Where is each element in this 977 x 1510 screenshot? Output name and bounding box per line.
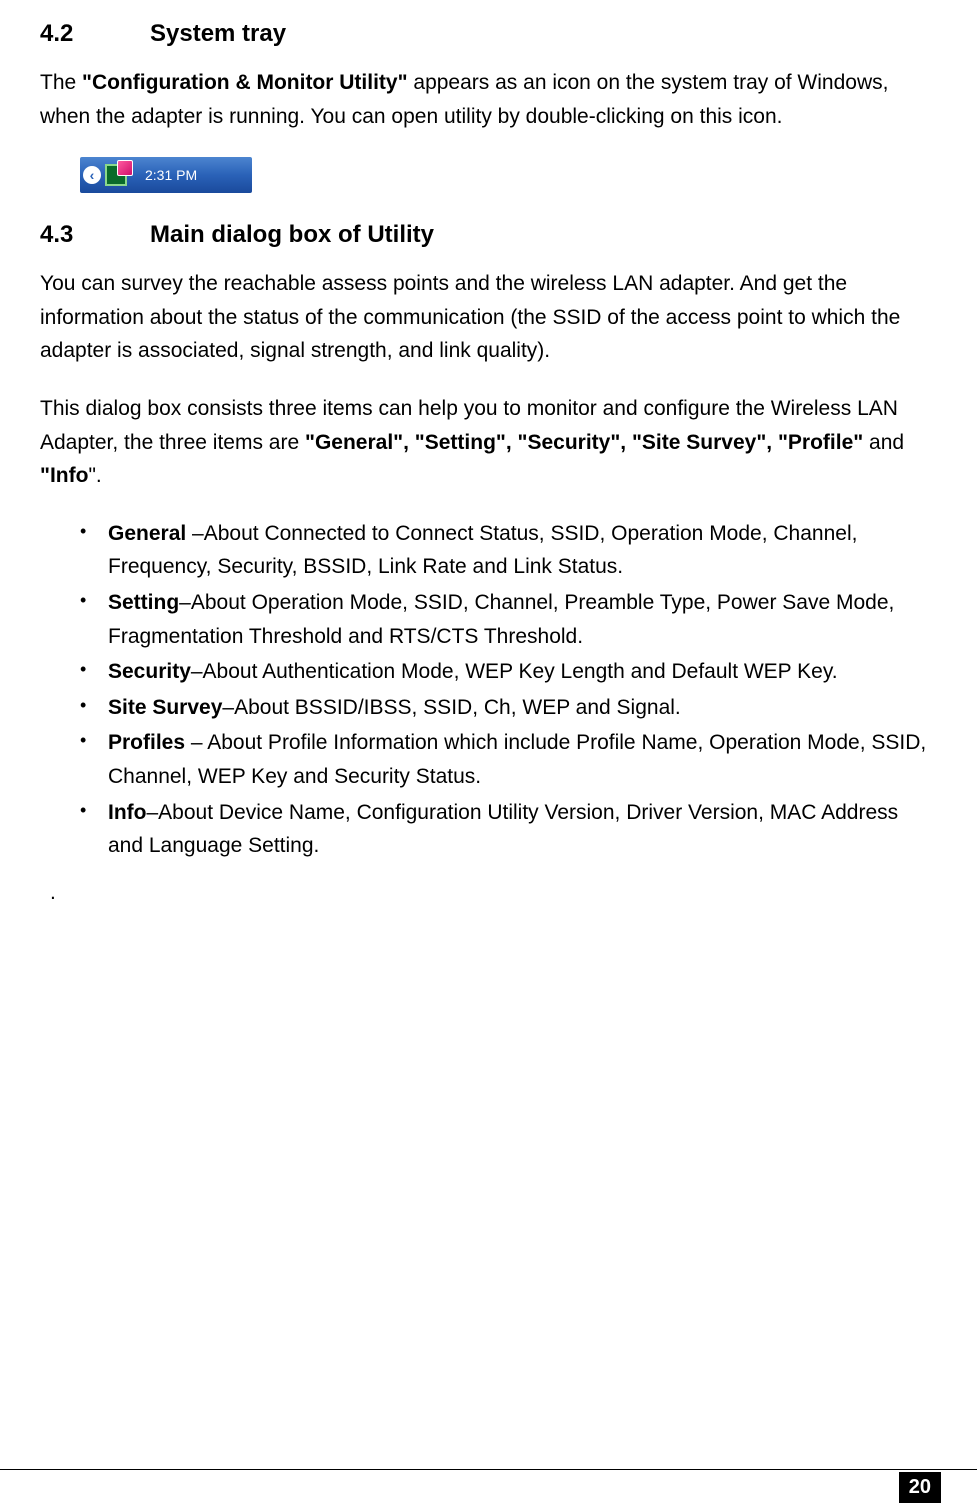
section-num: 4.3 xyxy=(40,221,150,249)
bullet-text: –About Device Name, Configuration Utilit… xyxy=(108,801,898,858)
section-title: System tray xyxy=(150,20,286,47)
list-item: Security–About Authentication Mode, WEP … xyxy=(80,655,937,689)
para-items-intro: This dialog box consists three items can… xyxy=(40,392,937,493)
section-heading-4-2: 4.2System tray xyxy=(40,20,937,48)
list-item: General –About Connected to Connect Stat… xyxy=(80,517,937,584)
section-heading-4-3: 4.3Main dialog box of Utility xyxy=(40,221,937,249)
bullet-text: –About Operation Mode, SSID, Channel, Pr… xyxy=(108,591,894,648)
list-item: Profiles – About Profile Information whi… xyxy=(80,726,937,793)
page-footer: 20 xyxy=(0,1469,977,1470)
bullet-label: Security xyxy=(108,660,191,683)
list-item: Site Survey–About BSSID/IBSS, SSID, Ch, … xyxy=(80,691,937,725)
page-number: 20 xyxy=(899,1472,941,1503)
para-survey: You can survey the reachable assess poin… xyxy=(40,267,937,368)
section-title: Main dialog box of Utility xyxy=(150,221,434,248)
bullet-text: –About Authentication Mode, WEP Key Leng… xyxy=(191,660,838,683)
bullet-label: Info xyxy=(108,801,146,824)
section-num: 4.2 xyxy=(40,20,150,48)
bold-tab-list: "General", "Setting", "Security", "Site … xyxy=(305,431,863,454)
bullet-label: Profiles xyxy=(108,731,185,754)
bullet-text: – About Profile Information which includ… xyxy=(108,731,926,788)
bullet-label: Setting xyxy=(108,591,179,614)
utility-tray-icon xyxy=(105,164,127,186)
bullet-label: Site Survey xyxy=(108,696,222,719)
tab-bullet-list: General –About Connected to Connect Stat… xyxy=(80,517,937,863)
bold-info: "Info xyxy=(40,464,88,487)
stray-period: . xyxy=(50,881,937,905)
bullet-text: –About BSSID/IBSS, SSID, Ch, WEP and Sig… xyxy=(222,696,680,719)
list-item: Setting–About Operation Mode, SSID, Chan… xyxy=(80,586,937,653)
list-item: Info–About Device Name, Configuration Ut… xyxy=(80,796,937,863)
bold-utility-name: "Configuration & Monitor Utility" xyxy=(82,71,408,94)
para-systray-intro: The "Configuration & Monitor Utility" ap… xyxy=(40,66,937,133)
chevron-left-icon: ‹ xyxy=(83,166,101,184)
bullet-label: General xyxy=(108,522,192,545)
system-tray-image: ‹ 2:31 PM xyxy=(80,157,252,193)
bullet-text: –About Connected to Connect Status, SSID… xyxy=(108,522,857,579)
system-clock: 2:31 PM xyxy=(145,167,197,183)
